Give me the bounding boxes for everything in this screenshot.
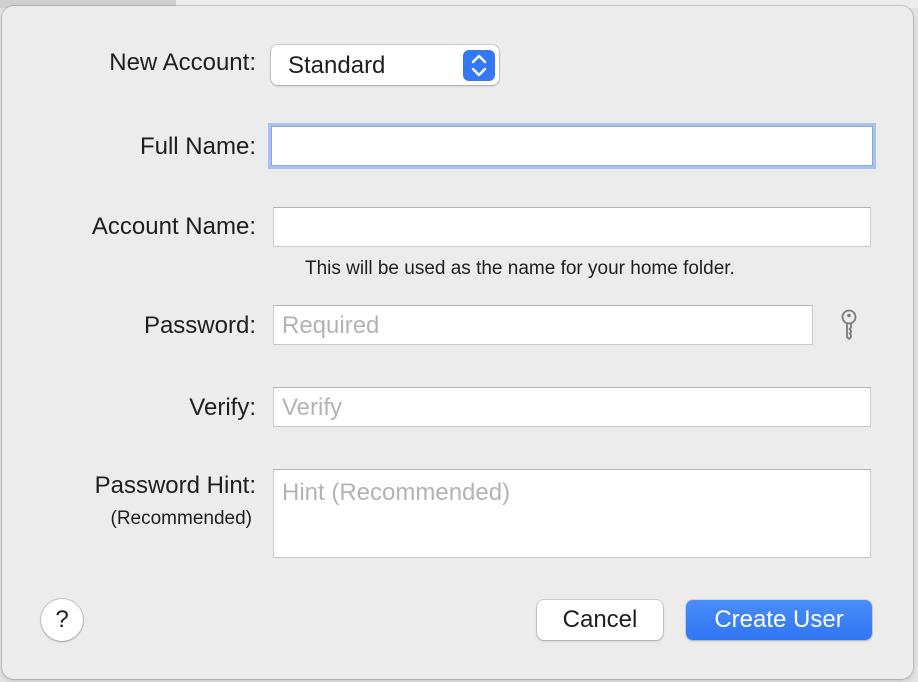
key-icon[interactable] (838, 309, 860, 341)
password-label: Password: (143, 312, 256, 339)
verify-label: Verify: (189, 394, 256, 421)
help-button[interactable]: ? (41, 599, 83, 641)
password-field[interactable]: Required (273, 305, 813, 345)
password-hint-sublabel: (Recommended) (110, 508, 253, 529)
new-account-label: New Account: (109, 49, 256, 76)
full-name-label: Full Name: (139, 133, 256, 160)
full-name-field[interactable] (271, 126, 873, 166)
password-hint-placeholder: Hint (Recommended) (282, 479, 511, 506)
account-type-popup[interactable]: Standard (271, 45, 499, 85)
account-name-label: Account Name: (91, 213, 256, 240)
verify-field[interactable]: Verify (273, 387, 871, 427)
account-name-field[interactable] (273, 207, 871, 247)
verify-placeholder: Verify (282, 394, 343, 421)
up-down-chevron-icon (463, 50, 495, 81)
label-column: New Account: Full Name: Account Name: Pa… (2, 6, 256, 682)
account-type-value: Standard (288, 52, 386, 79)
account-name-help-text: This will be used as the name for your h… (305, 258, 735, 279)
create-user-button[interactable]: Create User (686, 600, 872, 640)
password-placeholder: Required (282, 312, 380, 339)
cancel-button[interactable]: Cancel (537, 600, 663, 640)
password-hint-label: Password Hint: (94, 472, 256, 499)
password-hint-field[interactable]: Hint (Recommended) (273, 469, 871, 558)
